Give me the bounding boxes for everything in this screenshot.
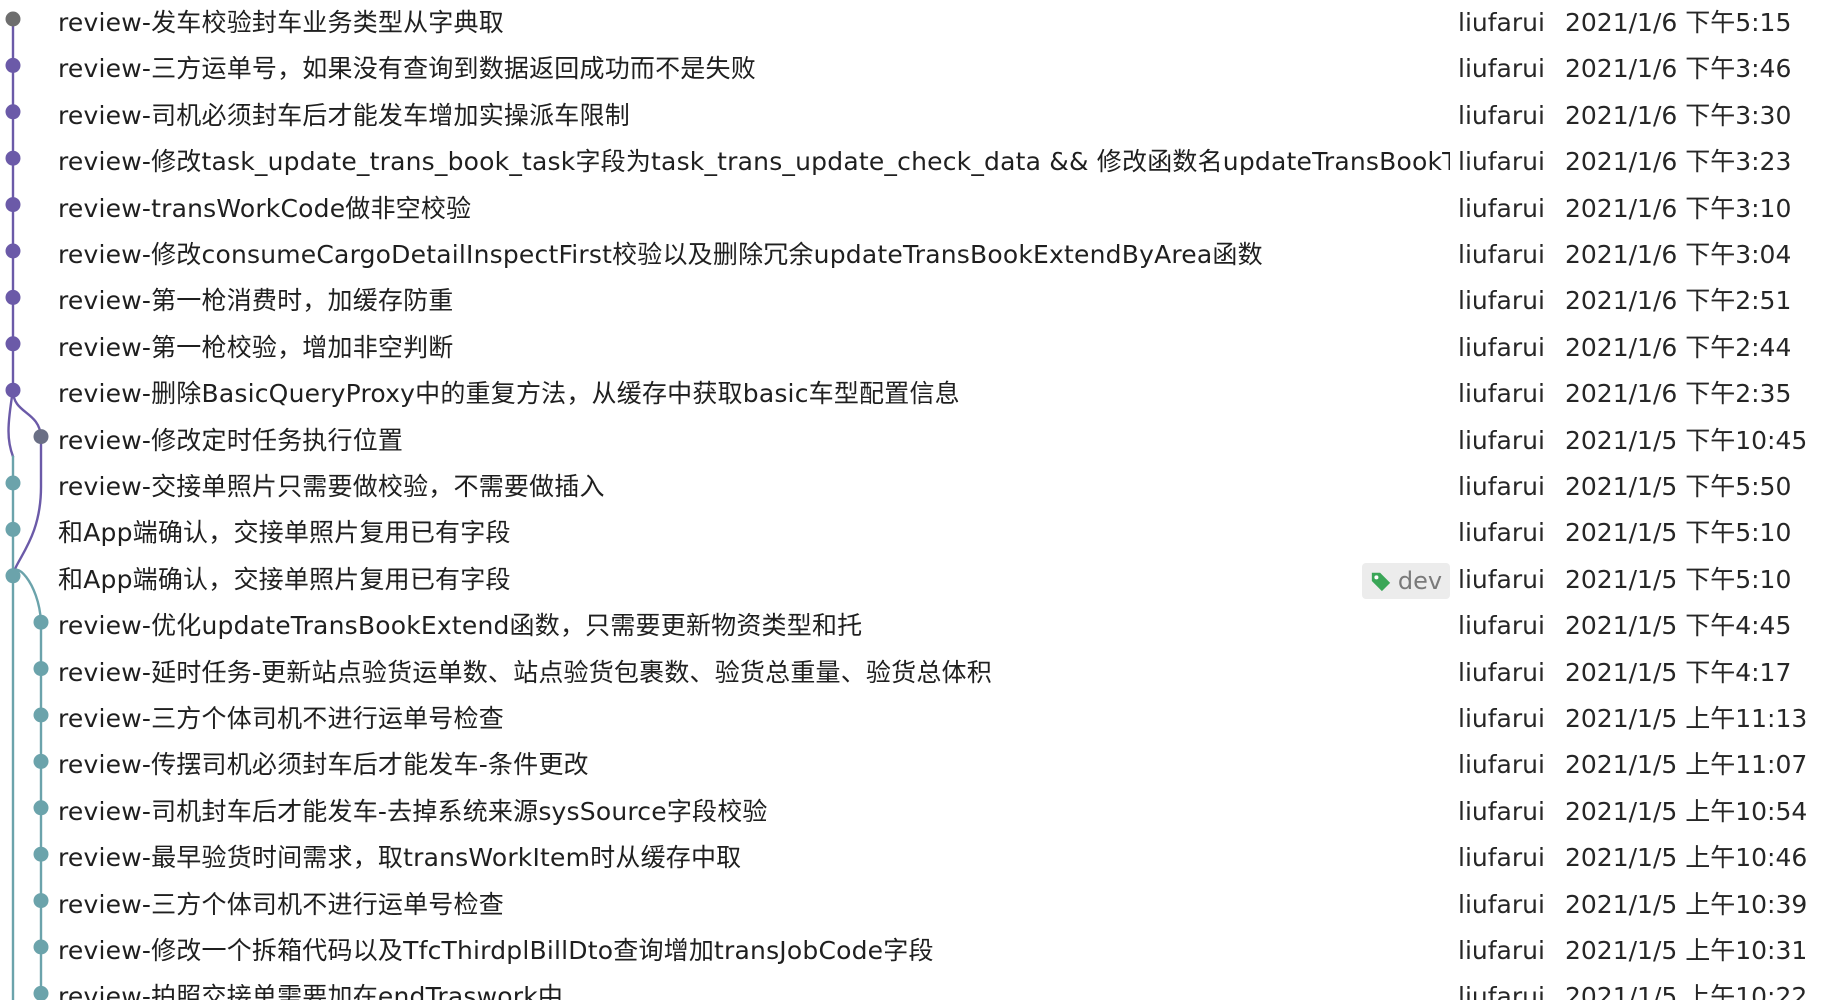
commit-date: 2021/1/5 下午4:17	[1565, 657, 1792, 687]
commit-date: 2021/1/5 上午11:07	[1565, 750, 1808, 780]
commit-author: liufarui	[1456, 510, 1545, 557]
commit-row[interactable]: review-三方运单号，如果没有查询到数据返回成功而不是失败 liufarui 2…	[0, 46, 1838, 93]
commit-author: liufarui	[1456, 603, 1545, 650]
commit-author: liufarui	[1456, 928, 1545, 974]
commit-date: 2021/1/6 下午3:23	[1565, 147, 1792, 177]
commit-row[interactable]: review-三方个体司机不进行运单号检查 liufarui 2021/1/5 上午…	[0, 696, 1838, 742]
commit-author: liufarui	[1456, 417, 1545, 464]
commit-message: 和App端确认，交接单照片复用已有字段	[58, 518, 511, 548]
commit-message: review-三方个体司机不进行运单号检查	[58, 889, 504, 919]
commit-row[interactable]: review-发车校验封车业务类型从字典取 liufarui 2021/1/6 下午…	[0, 0, 1838, 46]
branch-tag[interactable]: dev	[1362, 562, 1450, 599]
commit-message: review-三方运单号，如果没有查询到数据返回成功而不是失败	[58, 54, 756, 84]
commit-author: liufarui	[1456, 46, 1545, 93]
commit-date: 2021/1/5 下午5:10	[1565, 564, 1792, 594]
commit-message: review-司机必须封车后才能发车增加实操派车限制	[58, 100, 630, 130]
commit-author: liufarui	[1456, 92, 1545, 139]
commit-author: liufarui	[1456, 649, 1545, 696]
commit-date: 2021/1/6 下午3:46	[1565, 54, 1792, 84]
commit-row[interactable]: 和App端确认，交接单照片复用已有字段 liufarui 2021/1/5 下午5:…	[0, 510, 1838, 557]
commit-message: review-延时任务-更新站点验货运单数、站点验货包裹数、验货总重量、验货总体…	[58, 657, 992, 687]
commit-date: 2021/1/5 下午5:50	[1565, 472, 1792, 501]
commit-message: review-三方个体司机不进行运单号检查	[58, 704, 504, 733]
commit-author: liufarui	[1456, 742, 1545, 789]
commit-row[interactable]: review-最早验货时间需求，取transWorkItem时从缓存中取 liuf…	[0, 835, 1838, 882]
commit-message: review-第一枪消费时，加缓存防重	[58, 286, 454, 316]
commit-date: 2021/1/6 下午2:51	[1565, 286, 1792, 316]
commit-row[interactable]: review-第一枪校验，增加非空判断 liufarui 2021/1/6 下午2:…	[0, 324, 1838, 371]
commit-row[interactable]: review-延时任务-更新站点验货运单数、站点验货包裹数、验货总重量、验货总体…	[0, 649, 1838, 696]
commit-message: review-修改task_update_trans_book_task字段为t…	[58, 147, 1450, 177]
commit-row[interactable]: review-司机必须封车后才能发车增加实操派车限制 liufarui 2021/1…	[0, 92, 1838, 139]
commit-row[interactable]: review-修改task_update_trans_book_task字段为t…	[0, 139, 1838, 186]
commit-message: review-删除BasicQueryProxy中的重复方法，从缓存中获取bas…	[58, 379, 960, 409]
commit-row[interactable]: review-三方个体司机不进行运单号检查 liufarui 2021/1/5 上午…	[0, 881, 1838, 928]
commit-author: liufarui	[1456, 232, 1545, 278]
commit-message: review-transWorkCode做非空校验	[58, 193, 472, 223]
commit-row[interactable]: review-司机封车后才能发车-去掉系统来源sysSource字段校验 liuf…	[0, 788, 1838, 835]
commit-author: liufarui	[1456, 835, 1545, 882]
commit-author: liufarui	[1456, 464, 1545, 510]
commit-message: review-第一枪校验，增加非空判断	[58, 332, 454, 362]
commit-row[interactable]: review-传摆司机必须封车后才能发车-条件更改 liufarui 2021/1/…	[0, 742, 1838, 789]
commit-row[interactable]: review-修改consumeCargoDetailInspectFirst校…	[0, 232, 1838, 278]
commit-author: liufarui	[1456, 371, 1545, 418]
commit-message: review-修改定时任务执行位置	[58, 425, 404, 455]
commit-date: 2021/1/5 上午11:13	[1565, 704, 1808, 733]
commit-message: review-优化updateTransBookExtend函数，只需要更新物资…	[58, 611, 863, 641]
commit-author: liufarui	[1456, 324, 1545, 371]
commit-author: liufarui	[1456, 278, 1545, 325]
commit-date: 2021/1/5 上午10:22	[1565, 982, 1808, 1000]
tag-icon	[1371, 572, 1391, 591]
commit-message: 和App端确认，交接单照片复用已有字段	[58, 564, 511, 594]
commit-row[interactable]: review-拍照交接单需要加在endTraswork中 liufarui 2021…	[0, 974, 1838, 1000]
commit-author: liufarui	[1456, 556, 1545, 603]
commit-date: 2021/1/6 下午3:04	[1565, 240, 1792, 269]
commit-message: review-拍照交接单需要加在endTraswork中	[58, 982, 564, 1000]
commit-date: 2021/1/5 上午10:46	[1565, 843, 1808, 873]
commit-message: review-司机封车后才能发车-去掉系统来源sysSource字段校验	[58, 796, 768, 826]
commit-row[interactable]: review-第一枪消费时，加缓存防重 liufarui 2021/1/6 下午2:…	[0, 278, 1838, 325]
commit-author: liufarui	[1456, 696, 1545, 742]
commit-row[interactable]: review-修改一个拆箱代码以及TfcThirdplBillDto查询增加tr…	[0, 928, 1838, 974]
commit-history-view: review-发车校验封车业务类型从字典取 liufarui 2021/1/6 下午…	[0, 0, 1838, 1000]
commit-date: 2021/1/6 下午2:35	[1565, 379, 1792, 409]
commit-message: review-传摆司机必须封车后才能发车-条件更改	[58, 750, 589, 780]
commit-message: review-最早验货时间需求，取transWorkItem时从缓存中取	[58, 843, 742, 873]
commit-date: 2021/1/5 下午10:45	[1565, 425, 1808, 455]
commit-date: 2021/1/5 上午10:31	[1565, 936, 1808, 965]
commit-message: review-发车校验封车业务类型从字典取	[58, 8, 504, 37]
commit-author: liufarui	[1456, 139, 1545, 186]
commit-author: liufarui	[1456, 788, 1545, 835]
commit-date: 2021/1/6 下午5:15	[1565, 8, 1792, 37]
commit-author: liufarui	[1456, 881, 1545, 928]
commit-message: review-修改consumeCargoDetailInspectFirst校…	[58, 240, 1263, 269]
commit-row[interactable]: review-交接单照片只需要做校验，不需要做插入 liufarui 2021/1/…	[0, 464, 1838, 510]
commit-date: 2021/1/6 下午3:10	[1565, 193, 1792, 223]
commit-row[interactable]: review-优化updateTransBookExtend函数，只需要更新物资…	[0, 603, 1838, 650]
commit-row[interactable]: review-transWorkCode做非空校验 liufarui 2021/1/…	[0, 185, 1838, 232]
commit-author: liufarui	[1456, 185, 1545, 232]
commit-date: 2021/1/6 下午2:44	[1565, 332, 1792, 362]
commit-author: liufarui	[1456, 974, 1545, 1000]
commit-message: review-修改一个拆箱代码以及TfcThirdplBillDto查询增加tr…	[58, 936, 934, 965]
commit-row[interactable]: review-修改定时任务执行位置 liufarui 2021/1/5 下午10:4…	[0, 417, 1838, 464]
commit-date: 2021/1/5 上午10:39	[1565, 889, 1808, 919]
commit-date: 2021/1/5 上午10:54	[1565, 796, 1808, 826]
commit-row[interactable]: 和App端确认，交接单照片复用已有字段 dev liufarui 2021/1/5 下…	[0, 556, 1838, 603]
commit-date: 2021/1/6 下午3:30	[1565, 100, 1792, 130]
commit-author: liufarui	[1456, 0, 1545, 46]
commit-message: review-交接单照片只需要做校验，不需要做插入	[58, 472, 605, 501]
commit-date: 2021/1/5 下午5:10	[1565, 518, 1792, 548]
tag-label: dev	[1397, 566, 1443, 595]
commit-row[interactable]: review-删除BasicQueryProxy中的重复方法，从缓存中获取bas…	[0, 371, 1838, 418]
commit-date: 2021/1/5 下午4:45	[1565, 611, 1792, 641]
